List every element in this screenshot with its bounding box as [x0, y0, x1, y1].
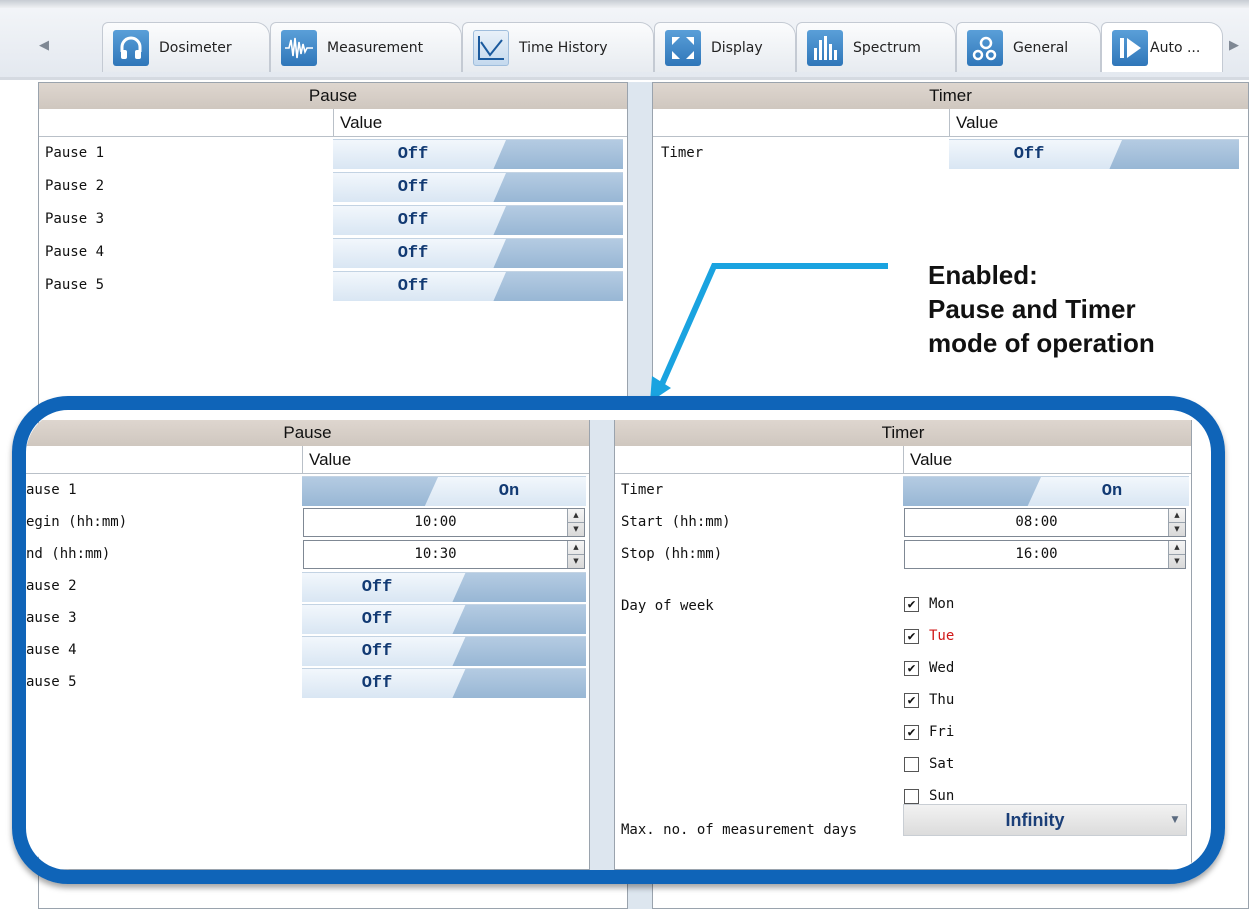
toggle-knob [452, 669, 586, 698]
row-label: ause 5 [26, 674, 77, 690]
day-wed-checkbox[interactable]: ✔ Wed [904, 660, 954, 676]
checkbox-box[interactable]: ✔ [904, 596, 919, 612]
row-label: ause 3 [26, 610, 77, 626]
callout-line: Enabled: [928, 260, 1038, 290]
list-item: ause 5 Off [26, 666, 589, 698]
checkbox-label: Wed [929, 660, 955, 676]
row-label: nd (hh:mm) [26, 546, 111, 562]
panel-separator [590, 420, 614, 870]
checkbox-box[interactable]: ✔ [904, 660, 919, 676]
column-header: Value [615, 446, 1191, 474]
panel-title: Pause [26, 420, 589, 446]
checkbox-box[interactable]: ✔ [904, 628, 919, 644]
list-item: ause 3 Off [26, 602, 589, 634]
day-fri-checkbox[interactable]: ✔ Fri [904, 724, 954, 740]
spinner-value: 08:00 [1015, 514, 1058, 530]
checkbox-label: Thu [929, 692, 955, 708]
list-item: Start (hh:mm) 08:00 ▲ ▼ [615, 506, 1191, 538]
spinner-buttons[interactable]: ▲ ▼ [1168, 509, 1185, 536]
callout-line: mode of operation [928, 328, 1155, 358]
checkbox-box[interactable] [904, 788, 919, 804]
list-item: Timer On [615, 474, 1191, 506]
row-label: ause 2 [26, 578, 77, 594]
timer-panel-lower: Timer Value Timer On Start (hh:mm) 08:00… [614, 420, 1192, 870]
value-column-header: Value [903, 446, 952, 474]
toggle-value: On [1101, 482, 1123, 501]
spinner-buttons[interactable]: ▲ ▼ [567, 541, 584, 568]
row-label: egin (hh:mm) [26, 514, 128, 530]
spinner-buttons[interactable]: ▲ ▼ [1168, 541, 1185, 568]
row-label: Start (hh:mm) [621, 514, 731, 530]
chevron-down-icon[interactable]: ▼ [1164, 805, 1186, 835]
column-header: Value [26, 446, 589, 474]
dropdown-value: Infinity [1005, 810, 1065, 830]
start-time-spinner[interactable]: 08:00 ▲ ▼ [904, 508, 1186, 537]
list-item: ause 2 Off [26, 570, 589, 602]
day-tue-checkbox[interactable]: ✔ Tue [904, 628, 954, 644]
list-item: egin (hh:mm) 10:00 ▲ ▼ [26, 506, 589, 538]
toggle-knob [903, 477, 1041, 506]
value-column-header: Value [302, 446, 351, 474]
day-sun-checkbox[interactable]: Sun [904, 788, 954, 804]
list-item: ause 1 On [26, 474, 589, 506]
spin-up-icon[interactable]: ▲ [568, 541, 584, 554]
row-label: Timer [621, 482, 664, 498]
spinner-value: 10:30 [414, 546, 457, 562]
toggle-value: On [498, 482, 520, 501]
checkbox-box[interactable] [904, 756, 919, 772]
begin-time-spinner[interactable]: 10:00 ▲ ▼ [303, 508, 585, 537]
day-sat-checkbox[interactable]: Sat [904, 756, 954, 772]
pause-1-toggle[interactable]: On [302, 476, 586, 506]
toggle-value: Off [361, 674, 393, 693]
spin-down-icon[interactable]: ▼ [1169, 522, 1185, 535]
pause-panel-lower: Pause Value ause 1 On egin (hh:mm) 10:00… [26, 420, 590, 870]
max-days-dropdown[interactable]: Infinity ▼ [903, 804, 1187, 836]
pause-3-toggle[interactable]: Off [302, 604, 586, 634]
spin-up-icon[interactable]: ▲ [568, 509, 584, 522]
toggle-value: Off [361, 642, 393, 661]
callout-text: Enabled: Pause and Timer mode of operati… [928, 258, 1155, 360]
enabled-example: Pause Value ause 1 On egin (hh:mm) 10:00… [26, 410, 1211, 870]
list-item: Stop (hh:mm) 16:00 ▲ ▼ [615, 538, 1191, 570]
toggle-knob [452, 605, 586, 634]
toggle-knob [302, 477, 438, 506]
row-label: ause 4 [26, 642, 77, 658]
callout-line: Pause and Timer [928, 294, 1136, 324]
checkbox-box[interactable]: ✔ [904, 724, 919, 740]
stop-time-spinner[interactable]: 16:00 ▲ ▼ [904, 540, 1186, 569]
spin-down-icon[interactable]: ▼ [568, 522, 584, 535]
day-thu-checkbox[interactable]: ✔ Thu [904, 692, 954, 708]
max-days-label: Max. no. of measurement days [621, 822, 858, 838]
checkbox-label: Mon [929, 596, 955, 612]
row-label: Stop (hh:mm) [621, 546, 723, 562]
spin-down-icon[interactable]: ▼ [1169, 554, 1185, 567]
spinner-buttons[interactable]: ▲ ▼ [567, 509, 584, 536]
list-item: ause 4 Off [26, 634, 589, 666]
checkbox-box[interactable]: ✔ [904, 692, 919, 708]
toggle-knob [452, 573, 586, 602]
day-of-week-label: Day of week [621, 598, 714, 614]
pause-2-toggle[interactable]: Off [302, 572, 586, 602]
toggle-value: Off [361, 610, 393, 629]
checkbox-label: Sat [929, 756, 955, 772]
pause-5-toggle[interactable]: Off [302, 668, 586, 698]
spin-down-icon[interactable]: ▼ [568, 554, 584, 567]
toggle-value: Off [361, 578, 393, 597]
timer-toggle[interactable]: On [903, 476, 1189, 506]
end-time-spinner[interactable]: 10:30 ▲ ▼ [303, 540, 585, 569]
panel-title: Timer [615, 420, 1191, 446]
checkbox-label: Sun [929, 788, 955, 804]
spinner-value: 16:00 [1015, 546, 1058, 562]
pause-4-toggle[interactable]: Off [302, 636, 586, 666]
checkbox-label: Tue [929, 628, 955, 644]
row-label: ause 1 [26, 482, 77, 498]
spin-up-icon[interactable]: ▲ [1169, 509, 1185, 522]
list-item: nd (hh:mm) 10:30 ▲ ▼ [26, 538, 589, 570]
spin-up-icon[interactable]: ▲ [1169, 541, 1185, 554]
day-mon-checkbox[interactable]: ✔ Mon [904, 596, 954, 612]
checkbox-label: Fri [929, 724, 955, 740]
spinner-value: 10:00 [414, 514, 457, 530]
toggle-knob [452, 637, 586, 666]
